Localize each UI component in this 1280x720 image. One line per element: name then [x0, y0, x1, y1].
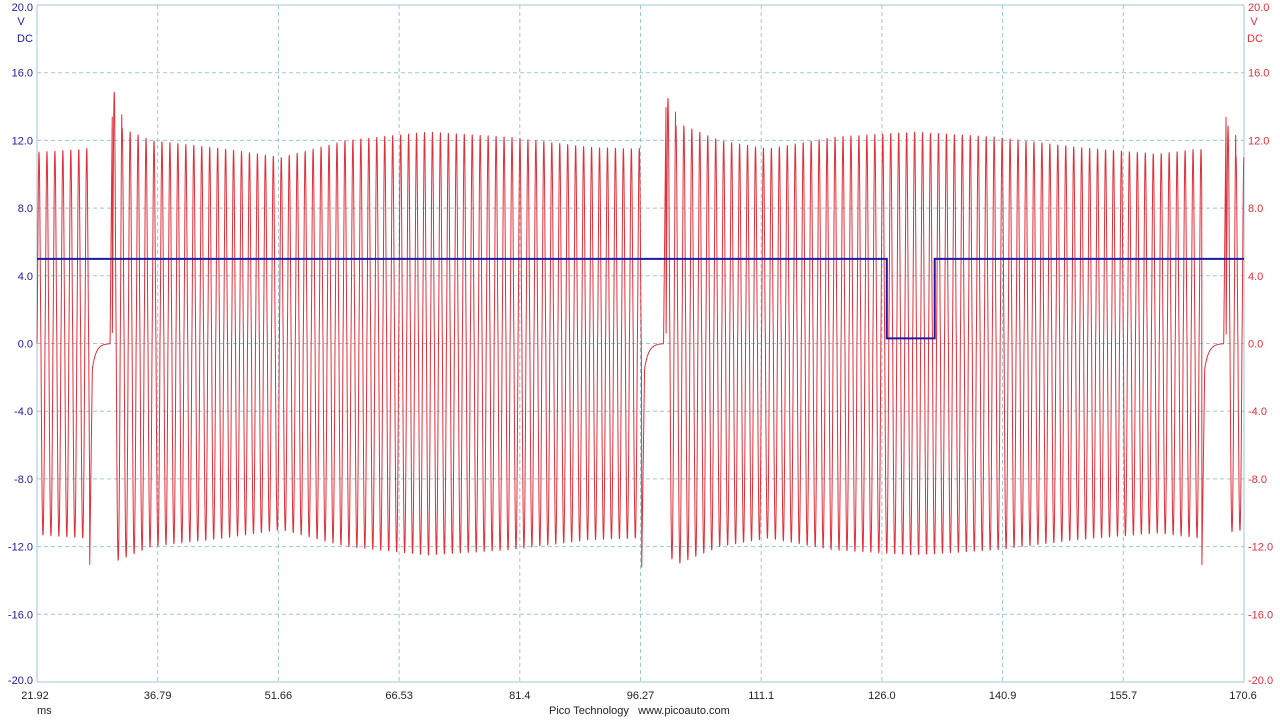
y-right-tick-label: 8.0	[1248, 203, 1263, 215]
x-tick-label: 51.66	[265, 690, 293, 702]
x-tick-labels: 21.92 36.79 51.66 66.53 81.4 96.27 111.1 126.0 1…	[21, 690, 1257, 702]
footer-bar: ms Pico Technology www.picoauto.com	[0, 703, 1280, 720]
y-left-tick-label: 4.0	[18, 271, 33, 283]
footer-credit: Pico Technology www.picoauto.com	[549, 705, 730, 717]
x-tick-label: 111.1	[748, 690, 774, 702]
y-left-tick-label: 16.0	[12, 68, 33, 80]
x-tick-label: 81.4	[509, 690, 530, 702]
grid-lines	[36, 4, 1245, 683]
x-tick-label: 140.9	[989, 690, 1017, 702]
y-left-tick-labels: 20.0 16.0 12.0 8.0 4.0 0.0 -4.0 -8.0 -12.0 -16.0 -…	[8, 2, 33, 687]
y-left-tick-label: 12.0	[12, 135, 33, 147]
y-right-tick-label: -4.0	[1248, 406, 1267, 418]
x-tick-label: 21.92	[21, 690, 49, 702]
y-right-tick-labels: 20.0 16.0 12.0 8.0 4.0 0.0 -4.0 -8.0 -12.0 -16.0 -…	[1248, 2, 1273, 687]
y-left-tick-label: -20.0	[8, 675, 33, 687]
y-left-coupling-label: DC	[17, 33, 33, 45]
y-left-tick-label: 0.0	[18, 339, 33, 351]
y-left-tick-label: 8.0	[18, 203, 33, 215]
y-right-tick-label: -8.0	[1248, 474, 1267, 486]
y-right-unit-label: V	[1250, 16, 1258, 28]
y-left-tick-label: -16.0	[8, 609, 33, 621]
y-right-tick-label: -16.0	[1248, 609, 1273, 621]
y-left-tick-label: -4.0	[14, 406, 33, 418]
y-right-tick-label: 4.0	[1248, 271, 1263, 283]
y-right-tick-label: 16.0	[1248, 68, 1269, 80]
oscilloscope-chart: 20.0 16.0 12.0 8.0 4.0 0.0 -4.0 -8.0 -12.0 -16.0 -…	[8, 2, 1273, 702]
time-unit-label: ms	[37, 705, 52, 717]
y-right-tick-label: 12.0	[1248, 135, 1269, 147]
y-right-tick-label: -12.0	[1248, 542, 1273, 554]
x-tick-label: 126.0	[868, 690, 896, 702]
x-tick-label: 66.53	[385, 690, 413, 702]
y-right-tick-label: -20.0	[1248, 675, 1273, 687]
y-left-unit-label: V	[17, 16, 25, 28]
y-left-tick-label: -12.0	[8, 542, 33, 554]
y-right-coupling-label: DC	[1247, 33, 1263, 45]
x-tick-label: 155.7	[1110, 690, 1138, 702]
y-left-tick-label: -8.0	[14, 474, 33, 486]
x-tick-label: 170.6	[1229, 690, 1257, 702]
y-right-tick-label: 20.0	[1248, 2, 1269, 14]
y-left-tick-label: 20.0	[12, 2, 33, 14]
y-right-tick-label: 0.0	[1248, 339, 1263, 351]
x-tick-label: 36.79	[144, 690, 172, 702]
x-tick-label: 96.27	[627, 690, 655, 702]
